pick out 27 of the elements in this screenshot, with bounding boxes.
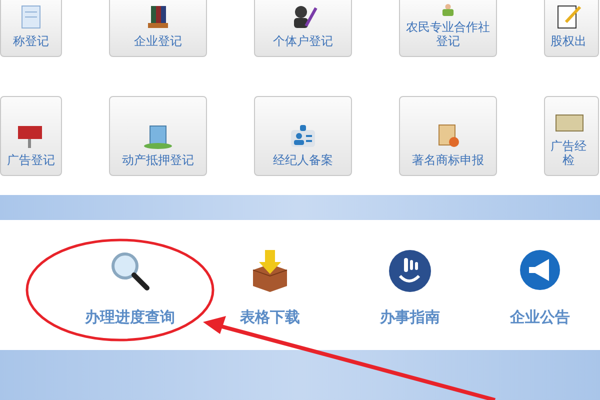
- tile-label: 企业登记: [134, 34, 182, 48]
- service-tile[interactable]: 称登记: [0, 0, 62, 57]
- service-tile[interactable]: 经纪人备案: [254, 96, 352, 176]
- service-tile[interactable]: 广告登记: [0, 96, 62, 176]
- tile-label: 著名商标申报: [412, 153, 484, 167]
- tile-label: 称登记: [13, 34, 49, 48]
- tile-label: 股权出: [550, 34, 586, 48]
- service-tile[interactable]: 广告经检: [544, 96, 599, 176]
- service-tile[interactable]: 股权出: [544, 0, 599, 57]
- tile-label: 广告经检: [550, 139, 588, 167]
- service-tile[interactable]: 农民专业合作社登记: [399, 0, 497, 57]
- tile-label: 个体户登记: [273, 34, 333, 48]
- quick-link[interactable]: 企业公告: [510, 308, 570, 327]
- building-icon: [143, 123, 173, 149]
- touch-hand-icon: [387, 248, 433, 294]
- id-card-icon: [288, 123, 318, 149]
- service-tile[interactable]: 企业登记: [109, 0, 207, 57]
- service-tile[interactable]: 动产抵押登记: [109, 96, 207, 176]
- tile-label: 经纪人备案: [273, 153, 333, 167]
- quick-link[interactable]: 办理进度查询: [85, 308, 175, 327]
- service-tile[interactable]: 个体户登记: [254, 0, 352, 57]
- tile-label: 广告登记: [7, 153, 55, 167]
- quick-link[interactable]: 表格下载: [240, 308, 300, 327]
- quick-link[interactable]: 办事指南: [380, 308, 440, 327]
- tile-label: 动产抵押登记: [122, 153, 194, 167]
- service-tile[interactable]: 著名商标申报: [399, 96, 497, 176]
- tile-label: 农民专业合作社登记: [405, 20, 491, 48]
